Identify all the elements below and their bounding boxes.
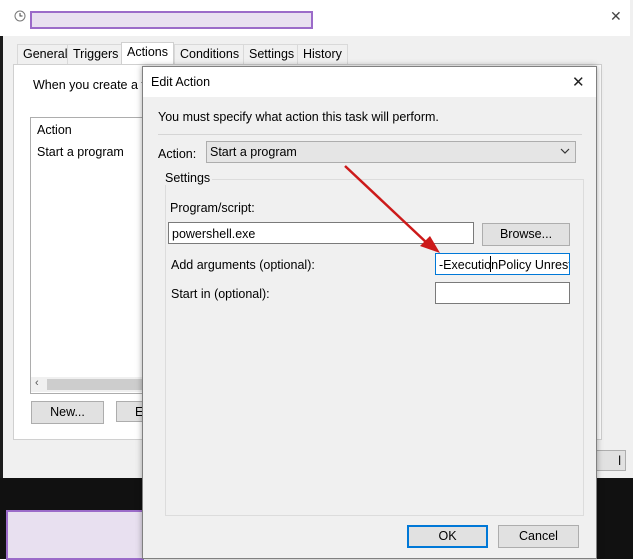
arrow-shaft [344,165,429,245]
annotation-arrow [344,165,440,253]
